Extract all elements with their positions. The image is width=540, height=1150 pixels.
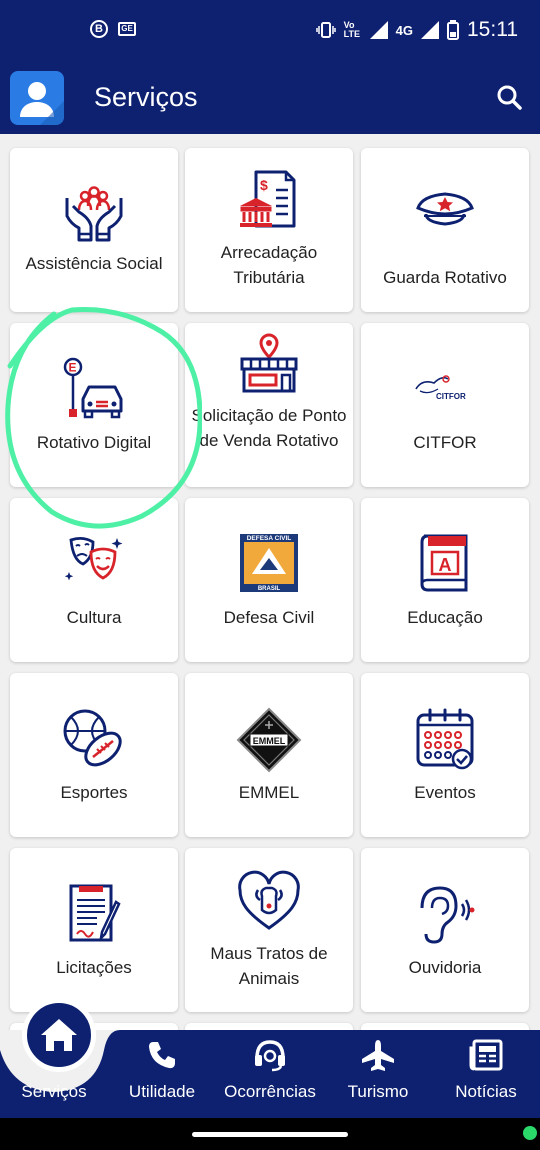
service-label: Eventos — [414, 783, 476, 802]
service-label: Rotativo Digital — [36, 433, 152, 452]
calendar-icon — [416, 708, 474, 770]
service-label: Maus Tratos de Animais — [210, 944, 328, 988]
service-card-educacao[interactable]: A Educação — [361, 498, 529, 662]
service-label: Assistência Social — [25, 254, 163, 273]
service-card-ouvidoria[interactable]: Ouvidoria — [361, 848, 529, 1012]
store-location-icon — [240, 333, 298, 393]
service-label: Licitações — [56, 958, 132, 977]
document-pen-icon — [69, 884, 121, 942]
volte-label: Vo LTE — [343, 20, 360, 39]
newspaper-icon — [469, 1039, 503, 1071]
service-label: Educação — [407, 608, 483, 627]
service-label: Defesa Civil — [223, 608, 315, 627]
service-card-emmel[interactable]: EMMEL EMMEL — [185, 673, 353, 837]
book-icon: A — [420, 534, 468, 592]
service-label: Esportes — [60, 783, 128, 802]
rotativo-letter: E — [69, 361, 77, 375]
nav-item-utilidade[interactable]: Utilidade — [108, 1030, 216, 1118]
balls-icon — [63, 709, 122, 767]
nav-item-turismo[interactable]: Turismo — [324, 1030, 432, 1118]
service-card[interactable] — [361, 1023, 529, 1030]
service-card-guarda-rotativo[interactable]: Guarda Rotativo — [361, 148, 529, 312]
service-card-citfor[interactable]: CITFOR CITFOR — [361, 323, 529, 487]
service-label: Guarda Rotativo — [383, 268, 507, 287]
service-card-eventos[interactable]: Eventos — [361, 673, 529, 837]
gesture-bar — [0, 1118, 540, 1150]
nav-label: Ocorrências — [224, 1082, 316, 1101]
service-card-arrecadacao-tributaria[interactable]: $ Arrecadação Tributária — [185, 148, 353, 312]
home-fab-button[interactable] — [22, 998, 96, 1072]
police-cap-icon — [416, 192, 474, 226]
privacy-indicator — [523, 1126, 537, 1140]
search-icon[interactable] — [496, 84, 522, 110]
status-bar: B GE Vo LTE 4G 15:11 — [0, 0, 540, 62]
notification-icon: B — [90, 20, 108, 38]
service-card-defesa-civil[interactable]: DEFESA CIVIL BRASIL Defesa Civil — [185, 498, 353, 662]
service-label: Solicitação de Ponto de Venda Rotativo — [191, 406, 347, 450]
nav-label: Utilidade — [128, 1082, 196, 1101]
user-avatar[interactable] — [10, 71, 64, 125]
battery-icon — [447, 20, 459, 40]
app-bar: Serviços — [0, 62, 540, 134]
nav-label: Turismo — [347, 1082, 409, 1101]
tax-document-bank-icon: $ — [240, 170, 296, 228]
user-icon — [20, 82, 64, 125]
airplane-icon — [362, 1040, 394, 1071]
phone-icon — [149, 1042, 175, 1069]
citfor-wordmark: CITFOR — [436, 392, 466, 401]
svg-text:$: $ — [260, 177, 268, 193]
emmel-logo: EMMEL — [236, 707, 302, 773]
service-card[interactable] — [185, 1023, 353, 1030]
ear-icon — [420, 886, 475, 944]
service-label: EMMEL — [238, 783, 300, 802]
parking-car-icon: E — [63, 357, 123, 419]
heart-dog-icon — [238, 870, 300, 930]
service-label: Cultura — [66, 608, 122, 627]
hands-people-icon — [65, 186, 123, 242]
service-card-ponto-de-venda[interactable]: Solicitação de Ponto de Venda Rotativo — [185, 323, 353, 487]
network-label: 4G — [395, 22, 413, 38]
nav-item-ocorrencias[interactable]: Ocorrências — [216, 1030, 324, 1118]
defesa-civil-logo: DEFESA CIVIL BRASIL — [240, 534, 298, 592]
service-card-esportes[interactable]: Esportes — [10, 673, 178, 837]
home-handle[interactable] — [192, 1132, 348, 1137]
emmel-wordmark: EMMEL — [253, 736, 286, 746]
service-label: Ouvidoria — [408, 958, 482, 977]
service-card-rotativo-digital[interactable]: E Rotativo Digital — [10, 323, 178, 487]
defesa-top-text: DEFESA CIVIL — [247, 535, 292, 542]
theater-masks-icon — [64, 537, 123, 581]
notification-icon: GE — [118, 22, 136, 36]
educacao-letter: A — [439, 555, 452, 575]
citfor-logo: CITFOR — [415, 375, 466, 401]
signal-icon — [369, 21, 388, 39]
service-card-licitacoes[interactable]: Licitações — [10, 848, 178, 1012]
nav-item-noticias[interactable]: Notícias — [432, 1030, 540, 1118]
defesa-bottom-text: BRASIL — [258, 586, 281, 592]
home-icon — [41, 1019, 77, 1051]
service-card-assistencia-social[interactable]: Assistência Social — [10, 148, 178, 312]
signal-icon — [421, 21, 439, 39]
page-title: Serviços — [94, 82, 198, 112]
service-card-maus-tratos[interactable]: Maus Tratos de Animais — [185, 848, 353, 1012]
vibrate-icon — [315, 22, 336, 38]
service-label: Arrecadação Tributária — [220, 243, 318, 287]
nav-label: Notícias — [455, 1082, 517, 1101]
services-grid: Assistência Social $ Arrecadação Tributá… — [0, 134, 540, 1030]
service-card-cultura[interactable]: Cultura — [10, 498, 178, 662]
headset-icon — [255, 1040, 285, 1072]
clock: 15:11 — [467, 18, 518, 41]
nav-label: Serviços — [21, 1082, 87, 1101]
service-label: CITFOR — [413, 433, 477, 452]
